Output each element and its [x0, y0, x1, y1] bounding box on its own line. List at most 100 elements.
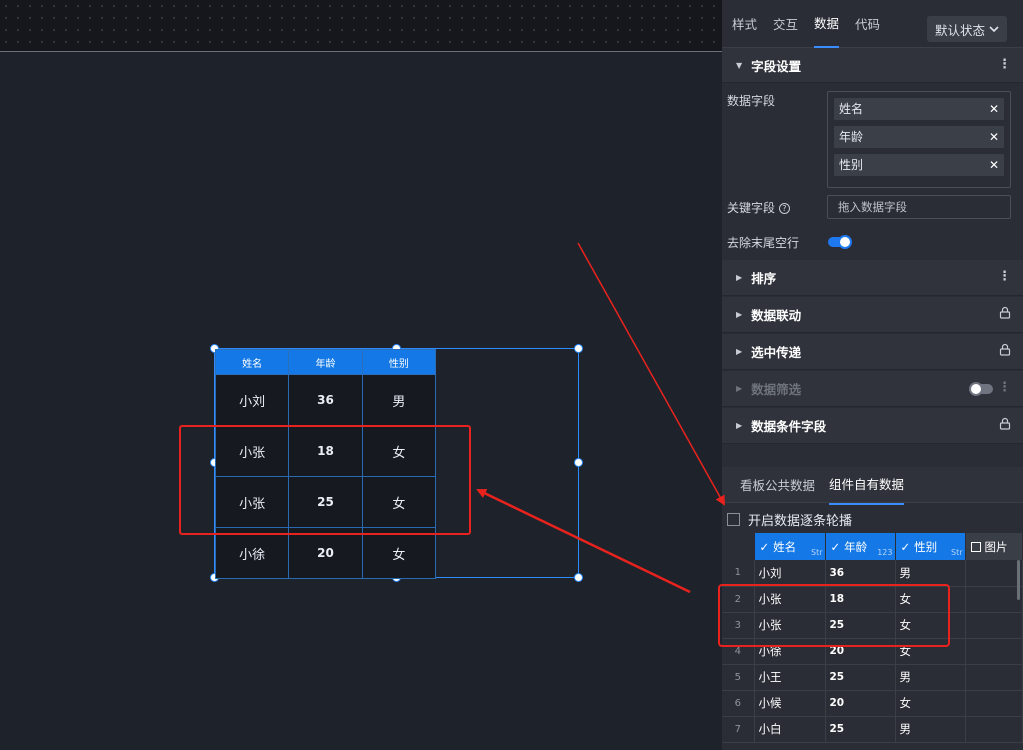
grid-cell[interactable]: 25: [825, 716, 896, 743]
grid-cell[interactable]: [965, 560, 1023, 587]
panel-tabs: 样式 交互 数据 代码 默认状态: [722, 0, 1023, 48]
section-selection-pass[interactable]: ▶ 选中传递: [722, 334, 1023, 370]
table-row[interactable]: 1 小刘 36 男: [722, 560, 1023, 587]
table-row[interactable]: 6 小候 20 女: [722, 690, 1023, 717]
column-name: 图片: [984, 539, 1008, 554]
tab-component-own-data[interactable]: 组件自有数据: [829, 464, 905, 505]
state-select[interactable]: 默认状态: [927, 16, 1007, 42]
lock-icon: [999, 343, 1011, 360]
data-filter-toggle[interactable]: [969, 382, 993, 396]
field-chip[interactable]: 姓名 ✕: [834, 98, 1004, 120]
key-field-label-text: 关键字段: [727, 201, 776, 215]
table-row[interactable]: 7 小白 25 男: [722, 716, 1023, 743]
caret-down-icon: ▼: [736, 60, 743, 70]
section-field-settings[interactable]: ▼ 字段设置 ⋮: [722, 48, 1023, 83]
grid-cell[interactable]: 20: [825, 690, 896, 717]
table-row[interactable]: 5 小王 25 男: [722, 664, 1023, 691]
column-type: 123: [877, 548, 893, 557]
data-fields-dropzone[interactable]: 姓名 ✕ 年龄 ✕ 性别 ✕: [827, 91, 1011, 188]
grid-cell[interactable]: [965, 612, 1023, 639]
close-icon[interactable]: ✕: [989, 98, 999, 120]
state-select-value: 默认状态: [935, 22, 986, 38]
chevron-down-icon: [989, 26, 999, 33]
checkbox-icon: [970, 541, 981, 552]
lock-icon: [999, 417, 1011, 434]
help-icon[interactable]: ?: [778, 203, 790, 214]
section-data-linkage[interactable]: ▶ 数据联动: [722, 297, 1023, 333]
grid-cell[interactable]: [965, 586, 1023, 613]
grid-cell[interactable]: [965, 664, 1023, 691]
row-number: 7: [722, 716, 755, 743]
data-source-tabs: 看板公共数据 组件自有数据: [722, 464, 1023, 505]
column-header-age[interactable]: ✓ 年龄 123: [825, 533, 896, 560]
canvas-header-cell: 姓名: [214, 349, 290, 375]
tab-style[interactable]: 样式: [732, 0, 757, 47]
caret-right-icon: ▶: [736, 421, 743, 430]
grid-cell[interactable]: 男: [895, 716, 966, 743]
grid-cell[interactable]: [965, 690, 1023, 717]
table-cell: 小徐: [214, 527, 290, 579]
resize-handle-br[interactable]: [574, 573, 583, 582]
tab-code[interactable]: 代码: [855, 0, 880, 47]
data-grid-header: ✓ 姓名 Str ✓ 年龄 123 ✓ 性别 Str 图片: [722, 533, 1023, 560]
row-number: 6: [722, 690, 755, 717]
grid-cell[interactable]: 女: [895, 690, 966, 717]
column-name: 年龄: [844, 539, 868, 554]
carousel-option[interactable]: 开启数据逐条轮播: [727, 510, 852, 529]
section-title: 数据联动: [751, 308, 802, 323]
table-cell: 20: [288, 527, 363, 579]
tab-board-public-data[interactable]: 看板公共数据: [740, 465, 815, 504]
column-header-image[interactable]: 图片: [965, 533, 1023, 560]
more-icon[interactable]: ⋮: [998, 380, 1011, 395]
close-icon[interactable]: ✕: [989, 126, 999, 148]
column-name: 性别: [914, 539, 938, 554]
canvas-header-cell: 性别: [361, 349, 437, 375]
canvas-ruler: [0, 0, 722, 52]
grid-cell[interactable]: [965, 716, 1023, 743]
field-chip[interactable]: 年龄 ✕: [834, 126, 1004, 148]
grid-cell[interactable]: 小候: [754, 690, 826, 717]
caret-right-icon: ▶: [736, 273, 743, 282]
arrow-to-grid: [577, 242, 725, 506]
column-type: Str: [950, 548, 963, 557]
carousel-checkbox[interactable]: [727, 513, 740, 526]
resize-handle-r[interactable]: [574, 458, 583, 467]
grid-cell[interactable]: 小刘: [754, 560, 826, 587]
grid-cell[interactable]: 小白: [754, 716, 826, 743]
row-number: 1: [722, 560, 755, 587]
field-chip-label: 性别: [839, 158, 864, 172]
tab-interaction[interactable]: 交互: [773, 0, 798, 47]
section-data-condition-fields[interactable]: ▶ 数据条件字段: [722, 408, 1023, 444]
table-cell: 男: [361, 374, 437, 426]
trim-empty-label: 去除末尾空行: [727, 236, 800, 250]
column-header-gender[interactable]: ✓ 性别 Str: [895, 533, 966, 560]
check-icon: ✓: [900, 539, 911, 554]
key-field-input[interactable]: 拖入数据字段: [827, 195, 1011, 219]
grid-cell[interactable]: 男: [895, 560, 966, 587]
more-icon[interactable]: ⋮: [998, 57, 1011, 72]
grid-cell[interactable]: 小王: [754, 664, 826, 691]
check-icon: ✓: [830, 539, 841, 554]
table-cell: 女: [361, 527, 437, 579]
table-row: 小徐 20 女: [214, 527, 437, 579]
highlight-box-canvas: [179, 425, 471, 535]
section-data-filter[interactable]: ▶ 数据筛选 ⋮: [722, 371, 1023, 407]
grid-scrollbar[interactable]: [1017, 560, 1020, 600]
table-row: 小刘 36 男: [214, 374, 437, 426]
field-chip-label: 姓名: [839, 102, 864, 116]
toggle-knob: [969, 382, 983, 396]
trim-empty-toggle[interactable]: [828, 235, 852, 249]
column-header-name[interactable]: ✓ 姓名 Str: [754, 533, 826, 560]
close-icon[interactable]: ✕: [989, 154, 999, 176]
tab-data[interactable]: 数据: [814, 0, 840, 48]
check-icon: ✓: [759, 539, 770, 554]
more-icon[interactable]: ⋮: [998, 269, 1011, 284]
section-sort[interactable]: ▶ 排序 ⋮: [722, 260, 1023, 296]
field-chip[interactable]: 性别 ✕: [834, 154, 1004, 176]
grid-cell[interactable]: 男: [895, 664, 966, 691]
grid-cell[interactable]: 36: [825, 560, 896, 587]
grid-cell[interactable]: [965, 638, 1023, 665]
grid-cell[interactable]: 25: [825, 664, 896, 691]
resize-handle-tr[interactable]: [574, 344, 583, 353]
section-title: 数据条件字段: [751, 419, 827, 434]
